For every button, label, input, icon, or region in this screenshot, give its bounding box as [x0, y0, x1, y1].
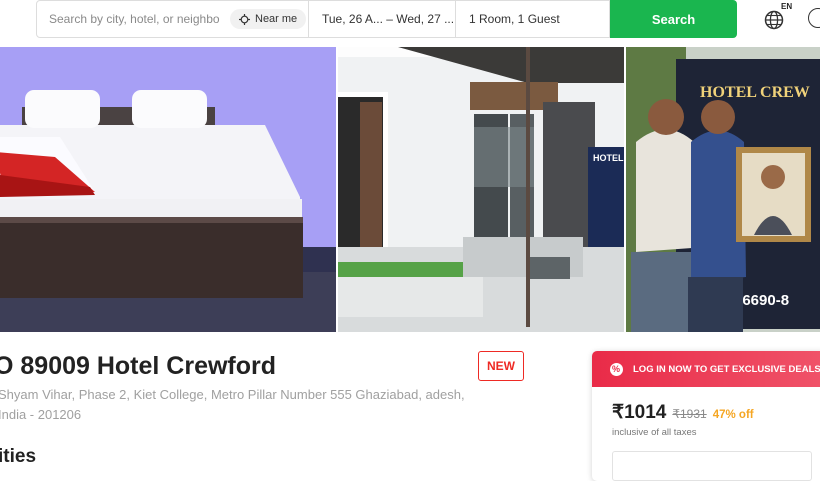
date-range-selector[interactable]: Tue, 26 A... – Wed, 27 ...	[309, 0, 456, 38]
near-me-label: Near me	[255, 13, 298, 25]
hotel-address: Shyam Vihar, Phase 2, Kiet College, Metr…	[0, 387, 465, 422]
original-price: ₹1931	[672, 407, 707, 421]
login-banner-text: LOG IN NOW TO GET EXCLUSIVE DEALS	[633, 363, 820, 375]
tax-note: inclusive of all taxes	[612, 427, 697, 438]
hotel-title: O 89009 Hotel Crewford	[0, 352, 277, 380]
sign-text-hotel: HOTEL	[593, 153, 624, 163]
search-button[interactable]: Search	[610, 0, 737, 38]
near-me-button[interactable]: Near me	[230, 9, 307, 29]
guests-selector[interactable]: 1 Room, 1 Guest	[456, 0, 610, 38]
amenities-heading: ities	[0, 446, 37, 467]
new-badge: NEW	[478, 351, 524, 381]
discount-icon	[610, 362, 623, 376]
room-photo[interactable]	[0, 47, 336, 332]
booking-card: LOG IN NOW TO GET EXCLUSIVE DEALS ₹1014 …	[592, 351, 820, 481]
price-row: ₹1014 ₹1931 47% off	[612, 401, 754, 424]
language-code: EN	[781, 2, 793, 11]
sign-text-hotel-crew: HOTEL CREW	[700, 84, 810, 101]
crosshair-icon	[239, 13, 250, 25]
search-box[interactable]: Near me	[36, 0, 309, 38]
entrance-photo[interactable]: HOTEL 91-76	[338, 47, 624, 332]
login-deals-banner[interactable]: LOG IN NOW TO GET EXCLUSIVE DEALS	[592, 351, 820, 387]
search-input[interactable]	[49, 12, 224, 26]
booking-date-field[interactable]	[612, 451, 812, 481]
price: ₹1014	[612, 402, 667, 423]
reception-photo[interactable]: HOTEL CREW 76690-8	[626, 47, 820, 332]
photo-gallery: HOTEL 91-76 HOTEL CREW 76690-8	[0, 47, 820, 332]
top-search-bar: Near me Tue, 26 A... – Wed, 27 ... 1 Roo…	[0, 0, 820, 46]
discount-label: 47% off	[712, 409, 754, 421]
user-icon[interactable]	[808, 8, 820, 28]
